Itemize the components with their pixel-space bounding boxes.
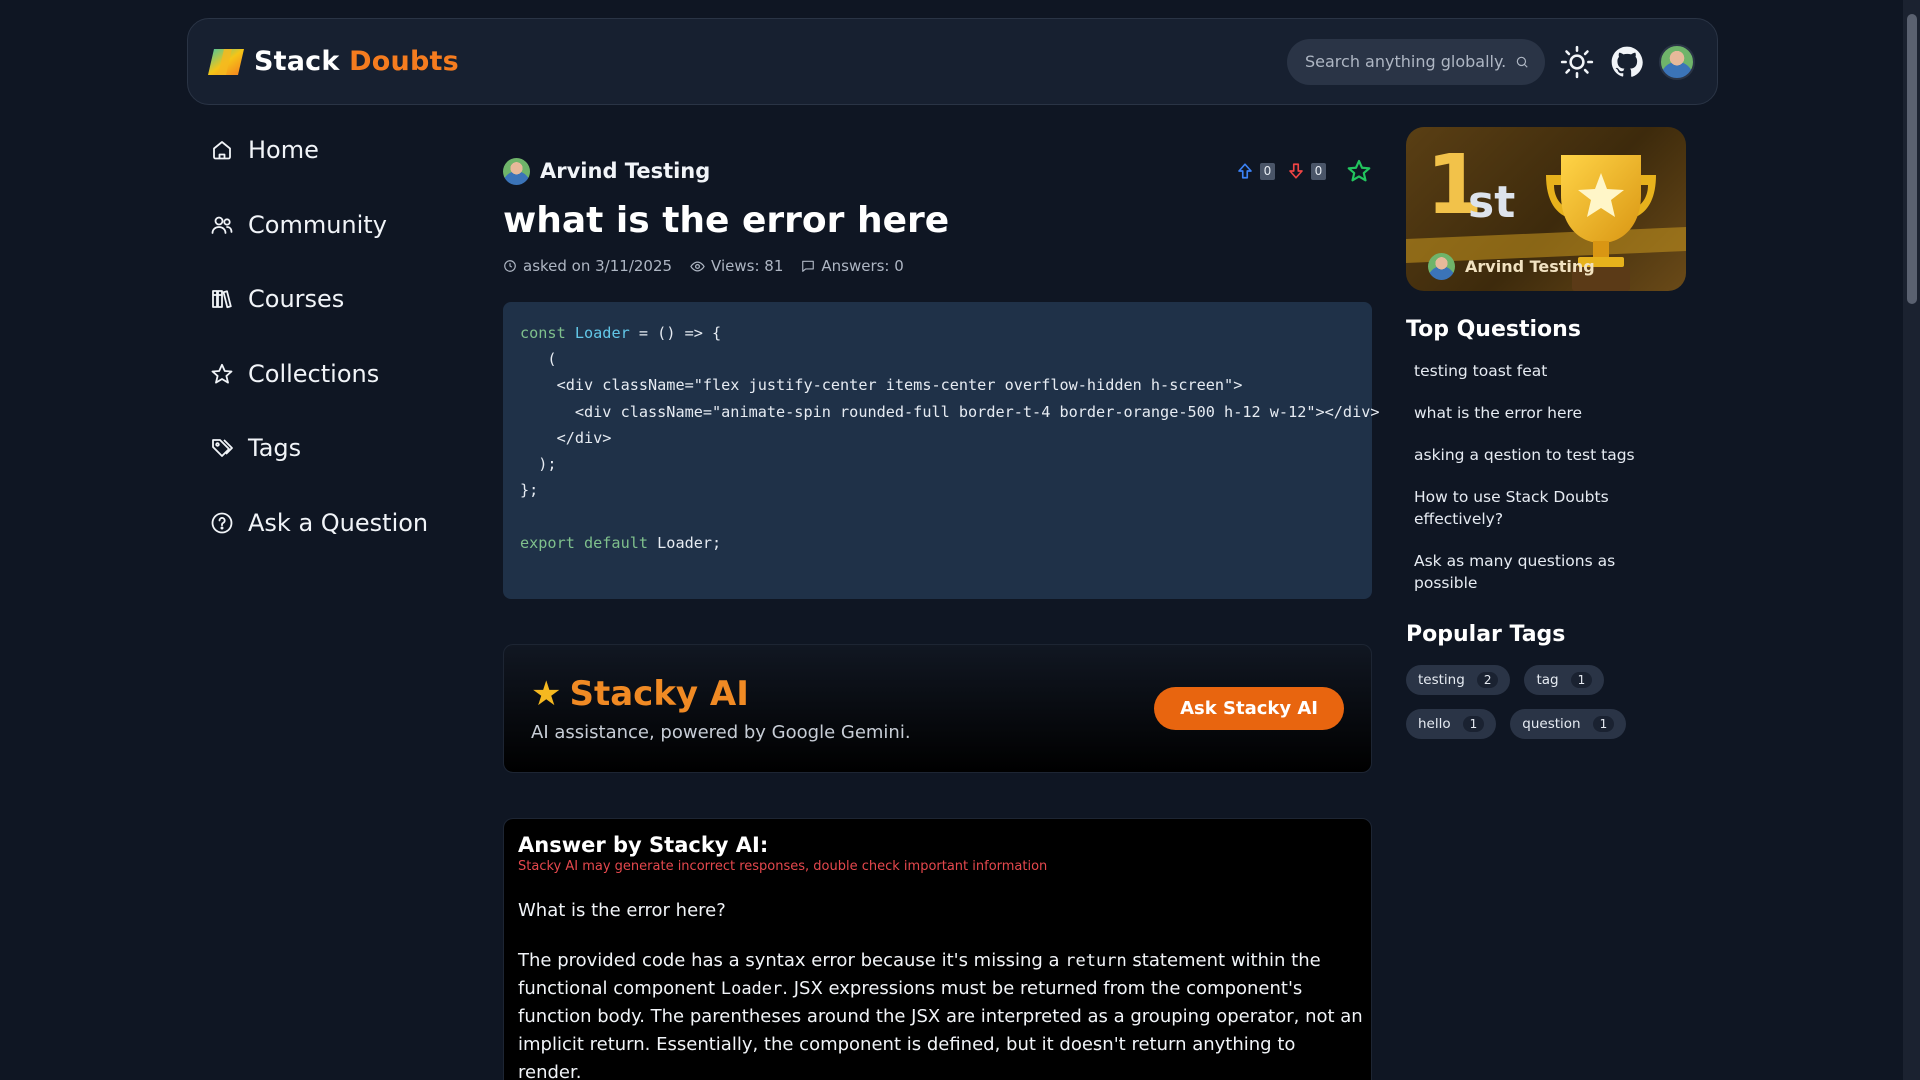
tag-chip[interactable]: question 1 [1510,709,1627,739]
user-avatar[interactable] [1659,43,1695,80]
global-search[interactable] [1287,38,1545,85]
ai-answer-panel: Answer by Stacky AI: Stacky AI may gener… [503,818,1372,1080]
books-icon [212,290,232,309]
tag-chip[interactable]: tag 1 [1524,665,1605,695]
sidebar-item-label: Tags [248,434,302,463]
tag-icon [212,439,233,458]
left-sidebar: Home Community Courses Collections Tags … [210,130,470,578]
top-questions-list: testing toast feat what is the error her… [1406,350,1686,604]
sidebar-item-ask-question[interactable]: Ask a Question [210,503,470,543]
logo-text-doubts: Doubts [349,46,459,77]
question-detail: Arvind Testing 0 0 what is the error her… [503,155,1380,1080]
save-star-icon[interactable] [1346,158,1372,184]
list-item[interactable]: How to use Stack Doubts effectively? [1406,476,1686,540]
tag-count: 1 [1592,716,1615,732]
question-meta: asked on 3/11/2025 Views: 81 Answers: 0 [503,257,1372,275]
list-item[interactable]: what is the error here [1406,392,1686,434]
comment-icon [802,260,815,272]
rank-suffix: st [1468,177,1516,228]
sidebar-item-label: Collections [248,359,380,388]
page-scrollbar[interactable] [1903,0,1920,1080]
question-author[interactable]: Arvind Testing [503,157,710,185]
list-item[interactable]: asking a qestion to test tags [1406,434,1686,476]
answer-warning: Stacky AI may generate incorrect respons… [518,859,1048,874]
right-sidebar: 1 st Arvind Testing Top Questions testin… [1406,127,1686,739]
search-icon[interactable] [1515,53,1529,71]
sidebar-item-label: Courses [248,285,345,314]
top-user-avatar [1428,253,1455,280]
sidebar-item-home[interactable]: Home [210,130,470,170]
search-input[interactable] [1305,52,1505,71]
answer-question: What is the error here? [518,900,726,921]
sidebar-item-label: Community [248,210,387,239]
stacky-title: Stacky AI [569,674,749,714]
users-icon [211,216,233,234]
logo-text-stack: Stack [254,46,340,77]
scrollbar-thumb[interactable] [1907,14,1917,304]
top-user-card[interactable]: 1 st Arvind Testing [1406,127,1686,291]
ask-stacky-ai-button[interactable]: Ask Stacky AI [1154,687,1344,730]
tag-name: testing [1418,672,1465,688]
top-questions-heading: Top Questions [1406,317,1581,342]
tag-chip[interactable]: testing 2 [1406,665,1511,695]
answers-count: Answers: 0 [821,257,904,275]
author-avatar[interactable] [503,157,530,185]
clock-icon [504,260,516,272]
stacky-ai-panel: ★ Stacky AI AI assistance, powered by Go… [503,644,1372,773]
views-count: Views: 81 [711,257,784,275]
tag-chip[interactable]: hello 1 [1406,709,1497,739]
sidebar-item-courses[interactable]: Courses [210,279,470,319]
tag-count: 1 [1462,716,1485,732]
sidebar-item-community[interactable]: Community [210,205,470,245]
eye-icon [690,260,705,272]
popular-tags-list: testing 2 tag 1 hello 1 question 1 [1406,665,1666,739]
star-icon: ★ [531,674,562,714]
top-user-name: Arvind Testing [1465,257,1595,276]
author-name[interactable]: Arvind Testing [540,159,710,183]
star-icon [211,363,233,384]
sidebar-item-label: Ask a Question [248,508,429,537]
upvote-count: 0 [1260,162,1275,180]
logo-icon [208,48,244,75]
tag-count: 2 [1476,672,1499,688]
list-item[interactable]: testing toast feat [1406,350,1686,392]
question-code-block: const Loader = () => { ( <div className=… [503,302,1380,599]
theme-toggle-sun-icon[interactable] [1559,44,1595,80]
asked-date: asked on 3/11/2025 [523,257,673,275]
vote-controls: 0 0 [1236,158,1372,184]
sidebar-item-label: Home [248,136,319,164]
tag-count: 1 [1570,672,1593,688]
answer-paragraph: The provided code has a syntax error bec… [518,950,1363,1080]
logo[interactable]: Stack Doubts [206,46,459,77]
sidebar-item-tags[interactable]: Tags [210,428,470,468]
upvote-arrow-icon[interactable] [1236,162,1254,180]
tag-name: tag [1536,672,1559,688]
tag-name: question [1522,716,1581,732]
github-icon[interactable] [1609,44,1645,80]
question-title: what is the error here [503,200,950,241]
popular-tags-heading: Popular Tags [1406,622,1566,647]
tag-name: hello [1418,716,1451,732]
stacky-subtitle: AI assistance, powered by Google Gemini. [531,722,911,743]
home-icon [213,141,231,160]
downvote-count: 0 [1311,162,1326,180]
answer-title: Answer by Stacky AI: [518,833,769,857]
sidebar-item-collections[interactable]: Collections [210,354,470,394]
top-navbar: Stack Doubts [187,18,1718,105]
question-icon [211,512,233,534]
downvote-arrow-icon[interactable] [1287,162,1305,180]
list-item[interactable]: Ask as many questions as possible [1406,540,1686,604]
